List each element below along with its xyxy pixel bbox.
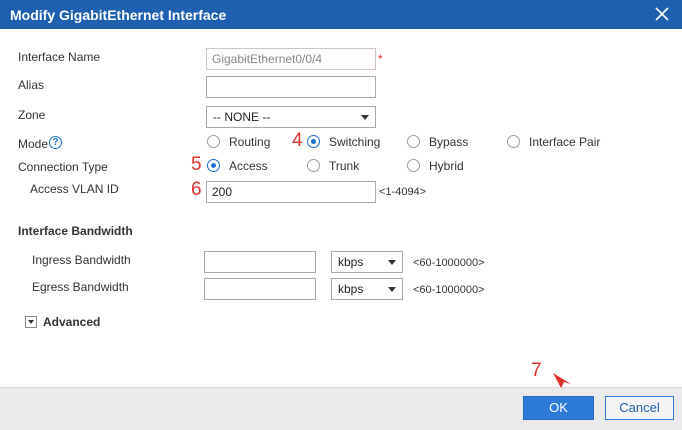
- connection-access-radio[interactable]: [207, 159, 220, 172]
- alias-input[interactable]: [206, 76, 376, 98]
- interface-name-label: Interface Name: [18, 50, 101, 64]
- annotation-step-6: 6: [191, 179, 202, 200]
- egress-unit-select[interactable]: kbps: [331, 278, 403, 300]
- chevron-down-icon: [388, 260, 396, 265]
- chevron-down-icon: [388, 287, 396, 292]
- ingress-unit-value: kbps: [338, 255, 364, 269]
- dialog-title: Modify GigabitEthernet Interface: [10, 7, 227, 23]
- egress-range: <60-1000000>: [413, 284, 485, 296]
- annotation-step-7: 7: [531, 360, 542, 381]
- mode-bypass-radio[interactable]: [407, 135, 420, 148]
- access-vlan-range: <1-4094>: [379, 186, 427, 198]
- ingress-bandwidth-label: Ingress Bandwidth: [32, 253, 131, 267]
- access-vlan-label: Access VLAN ID: [30, 182, 119, 196]
- connection-type-label: Connection Type: [18, 160, 108, 174]
- annotation-step-5: 5: [191, 154, 202, 175]
- connection-trunk-label: Trunk: [329, 159, 360, 173]
- mode-label: Mode: [18, 137, 49, 151]
- connection-trunk-radio[interactable]: [307, 159, 320, 172]
- mode-bypass-label: Bypass: [429, 135, 469, 149]
- egress-bandwidth-label: Egress Bandwidth: [32, 280, 129, 294]
- egress-unit-value: kbps: [338, 282, 364, 296]
- cursor-arrow-icon: [553, 373, 571, 388]
- zone-select-value: -- NONE --: [213, 110, 271, 124]
- mode-routing-label: Routing: [229, 135, 271, 149]
- chevron-down-icon: [28, 320, 34, 324]
- close-icon[interactable]: [654, 6, 670, 22]
- mode-interface-pair-label: Interface Pair: [529, 135, 601, 149]
- advanced-label[interactable]: Advanced: [43, 315, 100, 329]
- cancel-button[interactable]: Cancel: [605, 396, 674, 420]
- connection-access-label: Access: [229, 159, 268, 173]
- ingress-range: <60-1000000>: [413, 257, 485, 269]
- annotation-step-4: 4: [292, 130, 303, 151]
- mode-routing-radio[interactable]: [207, 135, 220, 148]
- connection-hybrid-label: Hybrid: [429, 159, 464, 173]
- advanced-toggle[interactable]: [25, 316, 37, 328]
- egress-bandwidth-input[interactable]: [204, 278, 316, 300]
- ingress-unit-select[interactable]: kbps: [331, 251, 403, 273]
- mode-interface-pair-radio[interactable]: [507, 135, 520, 148]
- dialog-titlebar: Modify GigabitEthernet Interface: [0, 0, 682, 29]
- ingress-bandwidth-input[interactable]: [204, 251, 316, 273]
- interface-name-input[interactable]: [206, 48, 376, 70]
- required-mark: *: [378, 52, 383, 66]
- connection-hybrid-radio[interactable]: [407, 159, 420, 172]
- alias-label: Alias: [18, 78, 45, 92]
- zone-label: Zone: [18, 108, 46, 122]
- zone-select[interactable]: -- NONE --: [206, 106, 376, 128]
- access-vlan-input[interactable]: [206, 181, 376, 203]
- mode-switching-label: Switching: [329, 135, 381, 149]
- help-icon[interactable]: ?: [49, 136, 62, 149]
- ok-button[interactable]: OK: [523, 396, 594, 420]
- mode-switching-radio[interactable]: [307, 135, 320, 148]
- interface-bandwidth-heading: Interface Bandwidth: [18, 224, 133, 238]
- chevron-down-icon: [361, 115, 369, 120]
